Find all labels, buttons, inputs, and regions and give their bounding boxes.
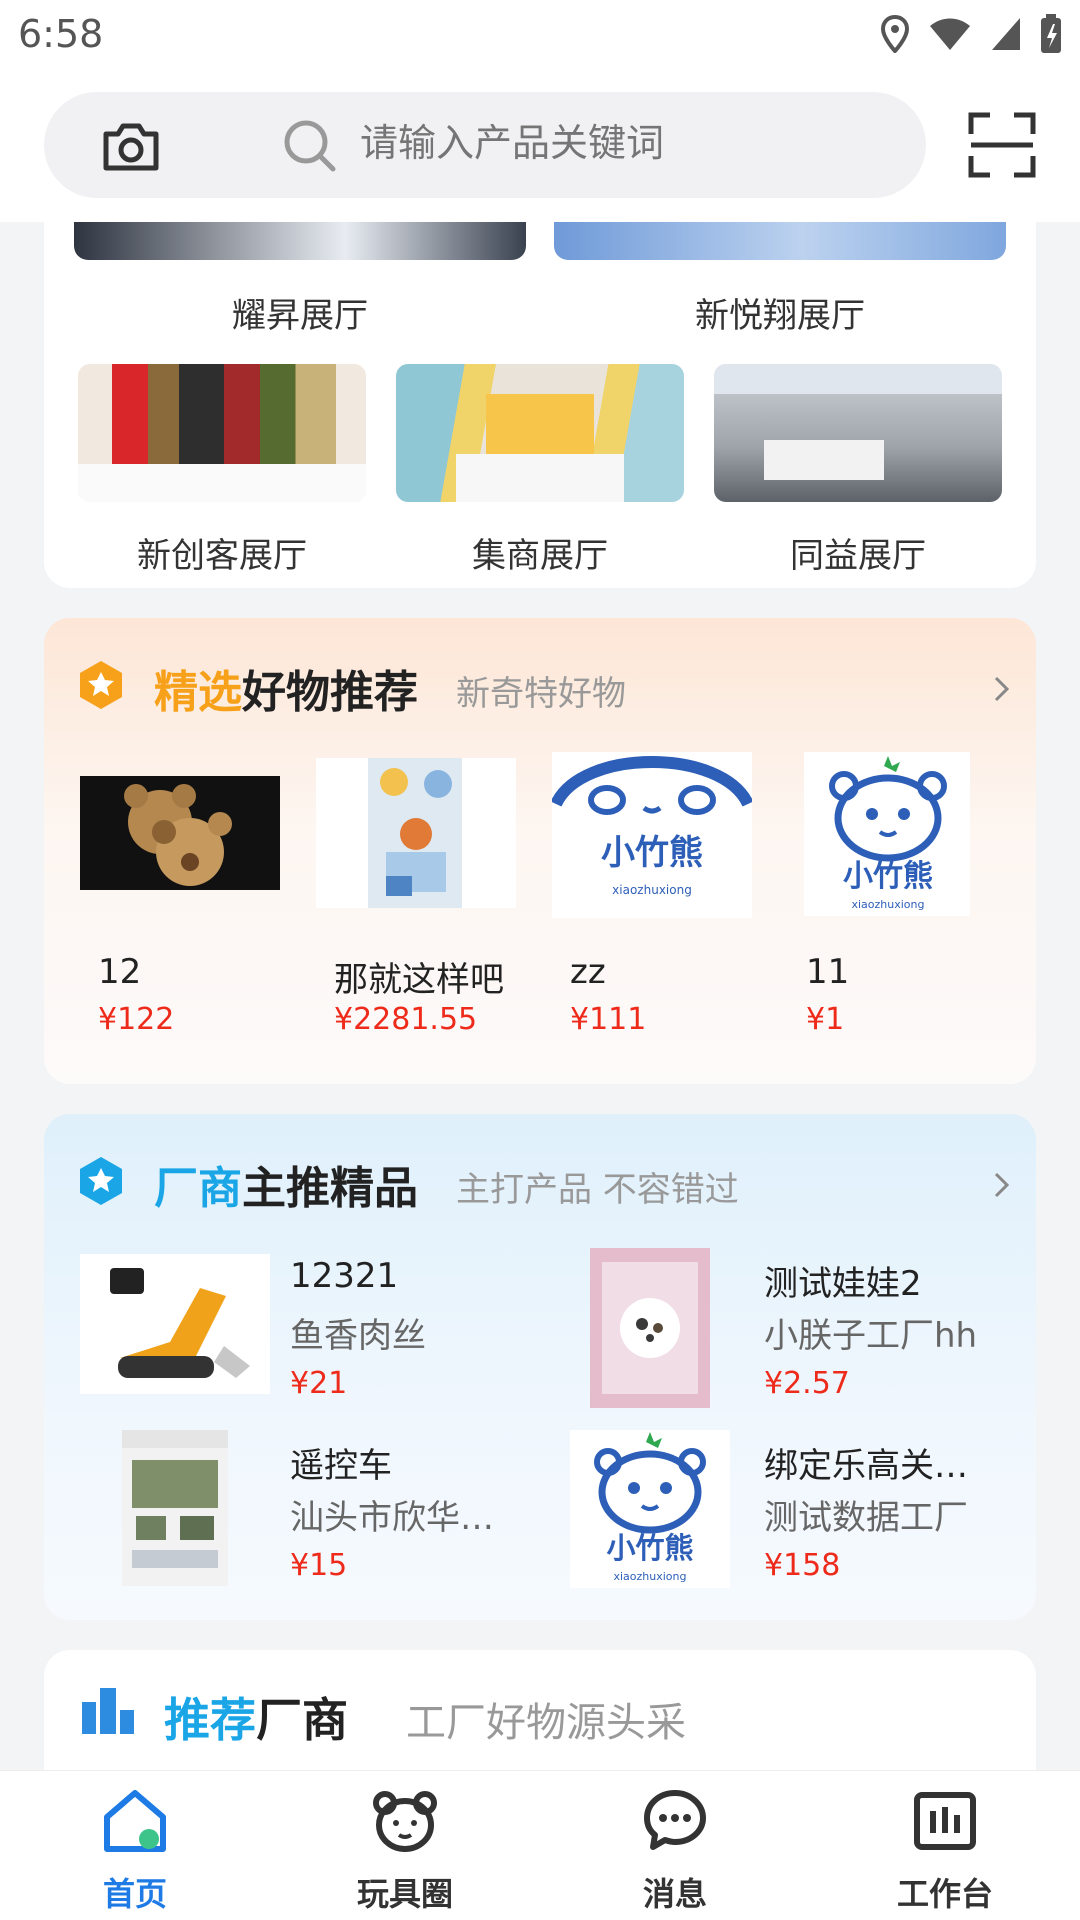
signal-icon <box>992 18 1020 50</box>
status-time: 6:58 <box>18 12 104 56</box>
section-subtitle: 新奇特好物 <box>456 674 626 714</box>
product-name: 那就这样吧 <box>334 960 504 1000</box>
product-price: ¥158 <box>764 1548 841 1583</box>
nav-label: 消息 <box>642 1875 707 1913</box>
hall-image[interactable] <box>74 222 526 260</box>
search-header <box>0 76 1080 222</box>
brand-logo-latin: xiaozhuxiong <box>613 1570 686 1583</box>
section-title: 厂商主推精品 <box>154 1163 418 1214</box>
nav-label: 首页 <box>102 1875 167 1913</box>
product-image-rc-car <box>80 1430 270 1590</box>
product-price: ¥2281.55 <box>334 1002 478 1037</box>
hall-name[interactable]: 新悦翔展厅 <box>554 288 1006 337</box>
product-maker: 小朕子工厂hh <box>764 1316 978 1356</box>
factory-product-card[interactable]: 测试娃娃2 小朕子工厂hh ¥2.57 <box>554 1248 1024 1418</box>
product-image-basketball-toy <box>316 752 516 918</box>
hall-image[interactable] <box>714 364 1002 502</box>
product-name: 12 <box>98 952 142 992</box>
section-title: 精选好物推荐 <box>154 667 418 718</box>
chevron-right-icon[interactable] <box>992 1170 1012 1200</box>
bear-icon <box>373 1791 437 1852</box>
product-name: 遥控车 <box>290 1446 392 1486</box>
home-icon <box>104 1790 166 1852</box>
hall-name[interactable]: 同益展厅 <box>714 528 1002 577</box>
brand-logo-latin: xiaozhuxiong <box>612 883 692 897</box>
brand-logo-latin: xiaozhuxiong <box>851 898 924 911</box>
search-input[interactable] <box>360 121 780 165</box>
product-price: ¥111 <box>570 1002 647 1037</box>
status-icons <box>880 14 1062 54</box>
product-price: ¥2.57 <box>764 1366 850 1401</box>
nav-toy-circle[interactable]: 玩具圈 <box>270 1771 540 1920</box>
selected-goods-section: 精选好物推荐 新奇特好物 12 ¥122 那就这样吧 ¥2281.55 小竹熊 x… <box>44 618 1036 1084</box>
product-maker: 鱼香肉丝 <box>290 1316 426 1356</box>
nav-workbench[interactable]: 工作台 <box>810 1771 1080 1920</box>
product-name: 测试娃娃2 <box>764 1264 922 1304</box>
hall-name[interactable]: 耀昇展厅 <box>74 288 526 337</box>
nav-home[interactable]: 首页 <box>0 1771 270 1920</box>
product-price: ¥122 <box>98 1002 175 1037</box>
product-name: 11 <box>806 952 850 992</box>
factory-building-icon <box>82 1688 134 1734</box>
factory-product-card[interactable]: 12321 鱼香肉丝 ¥21 <box>80 1248 550 1418</box>
search-icon <box>284 120 336 172</box>
brand-logo-text: 小竹熊 <box>601 833 703 873</box>
chat-bubble-icon <box>644 1790 706 1850</box>
factory-product-card[interactable]: 遥控车 汕头市欣华… ¥15 <box>80 1430 550 1600</box>
recommended-factories-section: 推荐厂商 工厂好物源头采 <box>44 1650 1036 1770</box>
section-subtitle: 主打产品 不容错过 <box>456 1170 739 1210</box>
battery-icon <box>1041 14 1061 53</box>
product-name: 12321 <box>290 1256 399 1296</box>
bottom-navigation: 首页 玩具圈 消息 工作台 <box>0 1770 1080 1920</box>
search-bar[interactable] <box>44 92 926 198</box>
product-price: ¥15 <box>290 1548 348 1583</box>
product-image-doll <box>554 1248 744 1408</box>
factory-product-card[interactable]: 小竹熊 xiaozhuxiong 绑定乐高关… 测试数据工厂 ¥158 <box>554 1430 1024 1600</box>
section-title: 推荐厂商 <box>164 1693 348 1747</box>
nav-messages[interactable]: 消息 <box>540 1771 810 1920</box>
hall-image[interactable] <box>396 364 684 502</box>
status-bar: 6:58 <box>0 0 1080 76</box>
product-image-teddy <box>80 752 280 918</box>
product-maker: 测试数据工厂 <box>764 1498 968 1538</box>
nav-label: 工作台 <box>896 1875 993 1913</box>
hall-name[interactable]: 新创客展厅 <box>78 528 366 577</box>
wifi-icon <box>930 18 970 50</box>
factory-picks-section: 厂商主推精品 主打产品 不容错过 12321 鱼香肉丝 ¥21 测试娃娃2 小朕… <box>44 1114 1036 1620</box>
star-badge-icon <box>80 1157 122 1205</box>
camera-icon[interactable] <box>100 120 162 174</box>
product-name: 绑定乐高关… <box>764 1446 968 1486</box>
nav-label: 玩具圈 <box>356 1875 453 1913</box>
product-image-excavator <box>80 1248 270 1408</box>
brand-logo-text: 小竹熊 <box>843 859 933 894</box>
product-name: zz <box>570 952 606 992</box>
hall-image[interactable] <box>78 364 366 502</box>
product-image-brand-logo: 小竹熊 xiaozhuxiong <box>550 752 754 918</box>
product-maker: 汕头市欣华… <box>290 1498 494 1538</box>
star-badge-icon <box>80 661 122 709</box>
section-subtitle: 工厂好物源头采 <box>406 1700 686 1746</box>
workbench-chart-icon <box>914 1792 976 1850</box>
chevron-right-icon[interactable] <box>992 674 1012 704</box>
location-icon <box>880 15 910 53</box>
product-price: ¥1 <box>806 1002 845 1037</box>
hall-image[interactable] <box>554 222 1006 260</box>
product-price: ¥21 <box>290 1366 348 1401</box>
product-image-brand-logo: 小竹熊 xiaozhuxiong <box>554 1430 744 1590</box>
product-image-brand-logo: 小竹熊 xiaozhuxiong <box>788 752 988 918</box>
scan-icon[interactable] <box>968 112 1036 178</box>
hall-name[interactable]: 集商展厅 <box>396 528 684 577</box>
showroom-grid: 耀昇展厅 新悦翔展厅 新创客展厅 集商展厅 同益展厅 <box>44 222 1036 588</box>
brand-logo-text: 小竹熊 <box>606 1531 693 1565</box>
